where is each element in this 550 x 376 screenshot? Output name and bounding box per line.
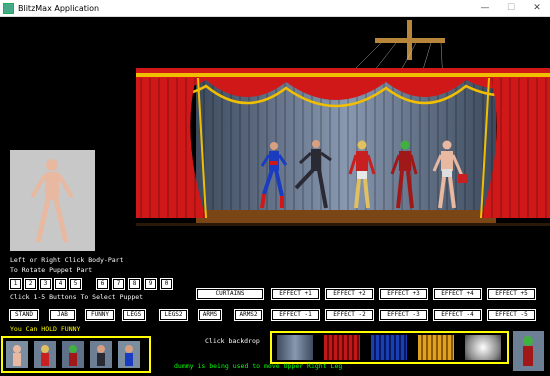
- app-icon: [3, 3, 14, 14]
- selected-puppet-thumb[interactable]: [513, 331, 544, 371]
- minimize-button[interactable]: —: [472, 0, 498, 17]
- puppet-thumb-green-monster[interactable]: [62, 341, 84, 368]
- puppet-thumb-superhero[interactable]: [118, 341, 140, 368]
- puppet-control-cross: [407, 20, 412, 60]
- curtains-button[interactable]: CURTAINS: [196, 288, 264, 300]
- instruction-line-1: Left or Right Click Body-Part: [10, 256, 124, 264]
- puppet-stage[interactable]: [136, 18, 550, 240]
- number-button-8[interactable]: 8: [128, 278, 141, 290]
- effect-plus-1-button[interactable]: EFFECT +1: [271, 288, 320, 300]
- number-button-0[interactable]: 0: [160, 278, 173, 290]
- pose-button-stand[interactable]: STAND: [9, 309, 39, 321]
- number-button-1[interactable]: 1: [9, 278, 22, 290]
- status-message: dummy is being used to move Upper Right …: [174, 362, 343, 370]
- number-button-7[interactable]: 7: [112, 278, 125, 290]
- preview-torso: [45, 172, 59, 200]
- backdrop-white-glow[interactable]: [465, 335, 501, 360]
- number-button-6[interactable]: 6: [96, 278, 109, 290]
- hold-funny-hint: You Can HOLD FUNNY: [10, 325, 81, 333]
- effect-plus-4-button[interactable]: EFFECT +4: [433, 288, 482, 300]
- backdrop-grey-curtain[interactable]: [277, 335, 313, 360]
- effect-minus-2-button[interactable]: EFFECT -2: [325, 309, 374, 321]
- number-button-2[interactable]: 2: [24, 278, 37, 290]
- window-title: BlitzMax Application: [18, 4, 100, 13]
- puppet-selector-panel: [1, 336, 151, 373]
- pose-button-funny[interactable]: FUNNY: [85, 309, 115, 321]
- effect-minus-4-button[interactable]: EFFECT -4: [433, 309, 482, 321]
- backdrop-blue-curtain[interactable]: [371, 335, 407, 360]
- pose-button-legs[interactable]: LEGS: [122, 309, 146, 321]
- number-button-5[interactable]: 5: [69, 278, 82, 290]
- puppet-thumb-dummy[interactable]: [6, 341, 28, 368]
- preview-head: [46, 159, 58, 171]
- puppet-thumb-suited-man[interactable]: [90, 341, 112, 368]
- instruction-line-2: To Rotate Puppet Part: [10, 266, 93, 274]
- pose-button-legs2[interactable]: LEGS2: [159, 309, 188, 321]
- puppet-thumb-red-robot[interactable]: [34, 341, 56, 368]
- effect-plus-3-button[interactable]: EFFECT +3: [379, 288, 428, 300]
- number-button-9[interactable]: 9: [144, 278, 157, 290]
- backdrop-gold-curtain[interactable]: [418, 335, 454, 360]
- pose-button-arms2[interactable]: ARMS2: [234, 309, 263, 321]
- pose-button-arms[interactable]: ARMS: [198, 309, 222, 321]
- title-bar: BlitzMax Application — ☐ ✕: [0, 0, 550, 17]
- puppet-preview[interactable]: [10, 150, 95, 251]
- backdrop-red-curtain[interactable]: [324, 335, 360, 360]
- number-button-4[interactable]: 4: [54, 278, 67, 290]
- pose-button-jab[interactable]: JAB: [49, 309, 76, 321]
- close-button[interactable]: ✕: [524, 0, 550, 17]
- number-button-3[interactable]: 3: [39, 278, 52, 290]
- instruction-line-3: Click 1-5 Buttons To Select Puppet: [10, 293, 144, 301]
- maximize-button[interactable]: ☐: [498, 0, 524, 17]
- effect-minus-1-button[interactable]: EFFECT -1: [271, 309, 320, 321]
- effect-minus-3-button[interactable]: EFFECT -3: [379, 309, 428, 321]
- backdrop-label: Click backdrop: [205, 337, 260, 345]
- effect-plus-5-button[interactable]: EFFECT +5: [487, 288, 536, 300]
- effect-plus-2-button[interactable]: EFFECT +2: [325, 288, 374, 300]
- effect-minus-5-button[interactable]: EFFECT -5: [487, 309, 536, 321]
- backdrop-panel: [270, 331, 509, 364]
